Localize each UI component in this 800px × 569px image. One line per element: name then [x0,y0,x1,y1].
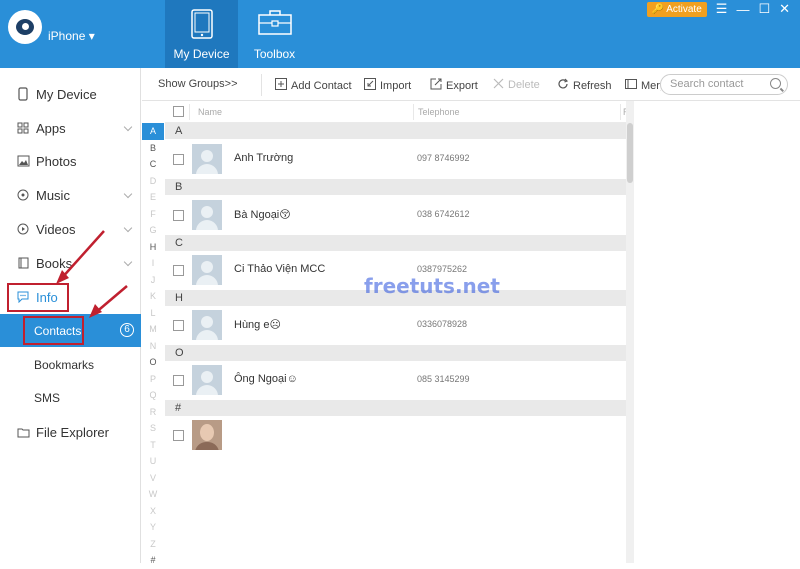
button-label: Import [380,79,412,92]
contact-name: Ci Thảo Viện MCC [234,263,326,275]
contact-avatar [192,144,222,174]
alphabet-letter[interactable]: H [142,239,164,256]
refresh-icon [557,78,569,93]
contact-row[interactable]: Anh Trường 097 8746992 [165,140,634,179]
delete-x-icon [493,78,504,92]
row-checkbox[interactable] [173,320,184,331]
row-checkbox[interactable] [173,154,184,165]
alphabet-letter[interactable]: U [142,453,164,470]
alphabet-letter[interactable]: Q [142,387,164,404]
contact-detail-pane [635,101,800,563]
alphabet-letter[interactable]: G [142,222,164,239]
export-icon [430,78,442,93]
contact-photo-avatar [192,420,222,450]
button-label: Delete [508,79,540,91]
alphabet-letter[interactable]: L [142,305,164,322]
alphabet-letter[interactable]: I [142,255,164,272]
contact-avatar [192,200,222,230]
contact-row[interactable]: Hùng e☹ 0336078928 [165,306,634,345]
contact-row[interactable] [165,416,634,455]
contact-row[interactable]: Bà Ngoại😚 038 6742612 [165,196,634,235]
refresh-button[interactable]: Refresh [557,78,612,93]
group-header-a: A [165,123,634,139]
contact-avatar [192,255,222,285]
toolbar-divider [261,74,262,96]
button-label: Merg [641,79,661,92]
show-groups-button[interactable]: Show Groups>> [158,78,238,90]
row-checkbox[interactable] [173,265,184,276]
contact-phone: 0336078928 [417,319,468,329]
select-all-checkbox[interactable] [173,106,184,117]
column-divider [189,104,190,120]
alphabet-letter[interactable]: F [142,206,164,223]
delete-button[interactable]: Delete [493,78,540,92]
search-icon[interactable] [770,78,781,89]
import-button[interactable]: Import [364,78,411,93]
alphabet-letter[interactable]: O [142,354,164,371]
contact-phone: 0387975262 [417,264,468,274]
plus-icon [275,78,287,93]
watermark: freetuts.net [364,274,500,298]
alphabet-letter[interactable]: M [142,321,164,338]
alphabet-letter[interactable]: K [142,288,164,305]
alphabet-letter[interactable]: X [142,503,164,520]
list-header: Name Telephone R [165,101,634,123]
alphabet-letter[interactable]: E [142,189,164,206]
contact-phone: 038 6742612 [417,209,470,219]
column-divider [413,104,414,120]
row-checkbox[interactable] [173,430,184,441]
merge-icon [625,78,637,93]
search-box[interactable] [660,74,788,95]
button-label: Export [446,79,478,92]
group-header-b: B [165,179,634,195]
contact-list: Name Telephone R A Anh Trường 097 874699… [165,101,634,563]
alphabet-letter[interactable]: N [142,338,164,355]
import-icon [364,78,376,93]
alphabet-letter[interactable]: D [142,173,164,190]
alphabet-letter[interactable]: # [142,552,164,569]
alphabet-letter[interactable]: V [142,470,164,487]
list-scrollbar[interactable] [626,101,634,563]
contact-row[interactable]: Ông Ngoại☺ 085 3145299 [165,361,634,400]
merge-button[interactable]: Merg [625,78,661,93]
contact-name: Anh Trường [234,152,294,164]
column-divider [620,104,621,120]
group-header-hash: # [165,400,634,416]
contact-phone: 097 8746992 [417,153,470,163]
alphabet-letter[interactable]: A [142,123,164,140]
add-contact-button[interactable]: Add Contact [275,78,352,93]
contact-name: Ông Ngoại☺ [234,373,298,385]
group-header-c: C [165,235,634,251]
alphabet-letter[interactable]: T [142,437,164,454]
alphabet-letter[interactable]: R [142,404,164,421]
row-checkbox[interactable] [173,210,184,221]
alphabet-letter[interactable]: C [142,156,164,173]
alphabet-letter[interactable]: Y [142,519,164,536]
alphabet-index: A B C D E F G H I J K L M N O P Q R S T U V W X Y Z # [142,123,164,565]
button-label: Refresh [573,79,612,92]
search-input[interactable] [670,78,768,90]
alphabet-letter[interactable]: P [142,371,164,388]
export-button[interactable]: Export [430,78,478,93]
alphabet-letter[interactable]: S [142,420,164,437]
alphabet-letter[interactable]: W [142,486,164,503]
contacts-toolbar: Show Groups>> Add Contact Import Export … [142,68,800,101]
contact-name: Bà Ngoại😚 [234,209,291,221]
contact-avatar [192,365,222,395]
column-header-telephone: Telephone [418,107,460,117]
alphabet-letter[interactable]: J [142,272,164,289]
contact-name: Hùng e☹ [234,319,281,331]
contact-phone: 085 3145299 [417,374,470,384]
alphabet-letter[interactable]: Z [142,536,164,553]
contact-avatar [192,310,222,340]
row-checkbox[interactable] [173,375,184,386]
scrollbar-thumb[interactable] [627,123,633,183]
button-label: Add Contact [291,79,352,92]
alphabet-letter[interactable]: B [142,140,164,157]
column-header-name: Name [198,107,223,117]
group-header-o: O [165,345,634,361]
